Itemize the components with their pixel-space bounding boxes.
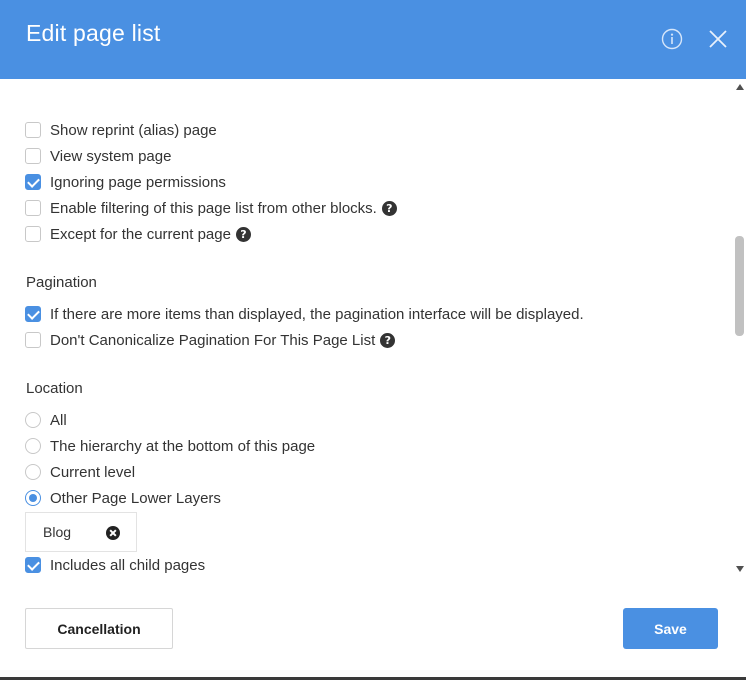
option-ignore-permissions[interactable]: Ignoring page permissions (25, 172, 226, 192)
scrollbar-thumb[interactable] (735, 236, 744, 336)
save-button[interactable]: Save (623, 608, 718, 649)
option-view-system-page[interactable]: View system page (25, 146, 171, 166)
checkbox[interactable] (25, 200, 41, 216)
radio-label: All (50, 411, 67, 429)
option-label: Includes all child pages (50, 556, 206, 574)
checkbox-checked[interactable] (25, 174, 41, 190)
radio-label: Other Page Lower Layers (50, 489, 221, 507)
info-circle-icon[interactable] (661, 28, 683, 50)
close-icon[interactable] (707, 28, 729, 50)
dialog-body[interactable]: Show reprint (alias) page View system pa… (0, 79, 734, 579)
scroll-down-arrow-icon[interactable] (736, 566, 744, 572)
checkbox[interactable] (25, 148, 41, 164)
option-show-pagination[interactable]: If there are more items than displayed, … (25, 304, 584, 324)
checkbox-checked[interactable] (25, 557, 41, 573)
option-except-current-page[interactable]: Except for the current page ? (25, 224, 251, 244)
checkbox-checked[interactable] (25, 306, 41, 322)
radio-location-current-level[interactable]: Current level (25, 462, 135, 482)
vertical-scrollbar[interactable] (733, 79, 746, 579)
option-label: Don't Canonicalize Pagination For This P… (50, 331, 376, 349)
question-circle-icon[interactable]: ? (235, 226, 251, 242)
option-label: View system page (50, 147, 172, 165)
section-heading-pagination: Pagination (26, 274, 97, 291)
scroll-up-arrow-icon[interactable] (736, 84, 744, 90)
radio-button[interactable] (25, 412, 41, 428)
selected-page-chip[interactable]: Blog (25, 512, 137, 552)
question-circle-icon[interactable]: ? (381, 200, 397, 216)
edit-page-list-dialog: Edit page list Show reprint (alias) page… (0, 0, 746, 680)
option-dont-canonicalize[interactable]: Don't Canonicalize Pagination For This P… (25, 330, 396, 350)
radio-label: Current level (50, 463, 136, 481)
radio-button[interactable] (25, 438, 41, 454)
selected-page-label: Blog (43, 524, 72, 540)
dialog-footer: Cancellation Save (0, 579, 746, 680)
section-heading-location: Location (26, 380, 83, 397)
remove-circle-icon[interactable] (106, 526, 120, 540)
option-label: If there are more items than displayed, … (50, 305, 584, 323)
option-include-child-pages[interactable]: Includes all child pages (25, 555, 205, 575)
checkbox[interactable] (25, 332, 41, 348)
option-enable-filtering[interactable]: Enable filtering of this page list from … (25, 198, 397, 218)
radio-location-all[interactable]: All (25, 410, 67, 430)
option-label: Enable filtering of this page list from … (50, 199, 377, 217)
option-label: Show reprint (alias) page (50, 121, 217, 139)
checkbox[interactable] (25, 122, 41, 138)
checkbox[interactable] (25, 226, 41, 242)
option-label: Ignoring page permissions (50, 173, 226, 191)
cancel-button[interactable]: Cancellation (25, 608, 173, 649)
radio-button[interactable] (25, 464, 41, 480)
option-label: Except for the current page (50, 225, 231, 243)
option-show-reprint-alias[interactable]: Show reprint (alias) page (25, 120, 217, 140)
radio-button-selected[interactable] (25, 490, 41, 506)
radio-location-other-page[interactable]: Other Page Lower Layers (25, 488, 221, 508)
dialog-header: Edit page list (0, 0, 746, 79)
radio-label: The hierarchy at the bottom of this page (50, 437, 316, 455)
radio-location-hierarchy[interactable]: The hierarchy at the bottom of this page (25, 436, 315, 456)
question-circle-icon[interactable]: ? (380, 332, 396, 348)
dialog-title: Edit page list (26, 20, 161, 46)
